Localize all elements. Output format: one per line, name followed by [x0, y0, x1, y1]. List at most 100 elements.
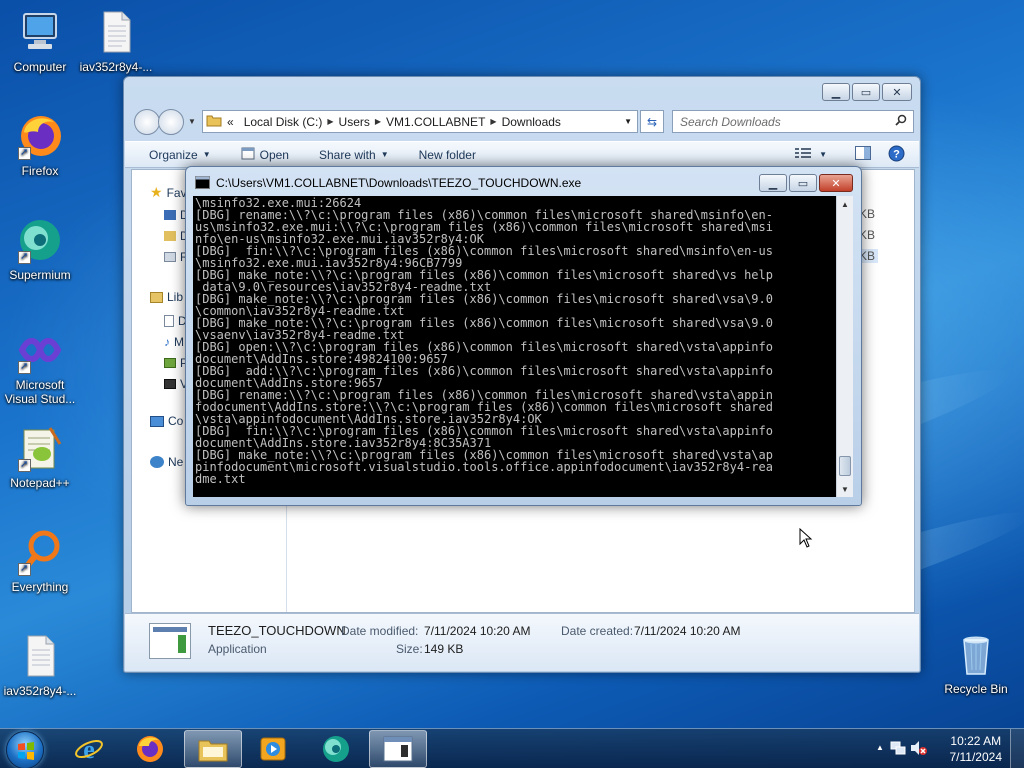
nav-libraries[interactable]: Lib [150, 290, 183, 304]
desktop-icon-file[interactable]: iav352r8y4-... [0, 632, 80, 698]
minimize-button[interactable]: ▁ [759, 174, 787, 192]
svg-text:?: ? [893, 148, 900, 160]
text-file-icon [16, 632, 64, 680]
preview-pane-button[interactable] [855, 146, 871, 163]
taskbar-internet-explorer[interactable]: e [60, 730, 118, 768]
breadcrumb-separator-icon[interactable]: ▶ [375, 117, 381, 126]
share-with-button[interactable]: Share with ▼ [319, 148, 389, 162]
chevron-down-icon: ▼ [819, 150, 827, 159]
volume-muted-icon[interactable] [910, 740, 928, 759]
desktop-icon-label: Computer [13, 60, 67, 74]
desktop-icon-firefox[interactable]: Firefox [0, 112, 80, 178]
taskbar-firefox[interactable] [121, 730, 179, 768]
address-bar[interactable]: « Local Disk (C:) ▶ Users ▶ VM1.COLLABNE… [202, 110, 638, 133]
desktop-icon-label: Notepad++ [10, 476, 70, 490]
shortcut-arrow-icon [18, 146, 31, 160]
notepadpp-icon [16, 424, 64, 472]
explorer-caption-buttons: ▁ ▭ ✕ [820, 83, 912, 101]
details-date-modified-label: Date modified: [341, 624, 419, 638]
visual-studio-icon [16, 326, 64, 374]
taskbar-console-app[interactable] [369, 730, 427, 768]
console-line: pinfodocument\microsoft.visualstudio.too… [195, 460, 773, 474]
nav-library-item[interactable]: D [164, 314, 187, 328]
help-button[interactable]: ? [888, 145, 905, 165]
computer-icon [16, 8, 64, 56]
breadcrumb-users[interactable]: Users [339, 115, 370, 129]
address-overflow[interactable]: « [227, 115, 234, 129]
console-line: dme.txt [195, 472, 246, 486]
details-date-created: 7/11/2024 10:20 AM [634, 624, 741, 638]
nav-favorites[interactable]: ★ Fav [150, 184, 187, 201]
desktop-icon-everything[interactable]: Everything [0, 528, 80, 594]
documents-icon [164, 315, 174, 327]
console-app-icon [195, 176, 210, 192]
downloads-folder-icon [164, 231, 176, 241]
internet-explorer-icon: e [75, 735, 103, 764]
organize-button[interactable]: Organize ▼ [149, 148, 211, 162]
shortcut-arrow-icon [18, 562, 31, 576]
close-button[interactable]: ✕ [882, 83, 912, 101]
recent-pages-dropdown[interactable]: ▼ [188, 117, 196, 126]
videos-icon [164, 379, 176, 389]
search-icon[interactable] [895, 114, 907, 129]
start-button[interactable] [6, 731, 44, 768]
close-button[interactable]: ✕ [819, 174, 853, 192]
breadcrumb-separator-icon[interactable]: ▶ [490, 117, 496, 126]
desktop-icon-file[interactable]: iav352r8y4-... [76, 8, 156, 74]
open-button[interactable]: Open [241, 147, 289, 163]
search-input[interactable]: Search Downloads [672, 110, 914, 133]
scroll-down-icon[interactable]: ▼ [837, 481, 853, 497]
new-folder-button[interactable]: New folder [419, 148, 476, 162]
nav-computer[interactable]: Co [150, 414, 183, 428]
refresh-button[interactable]: ⇆ [640, 110, 664, 133]
network-status-icon[interactable] [890, 740, 906, 759]
system-clock[interactable]: 10:22 AM 7/11/2024 [950, 733, 1003, 765]
desktop-icon-supermium[interactable]: Supermium [0, 216, 80, 282]
desktop-icon-notepadpp[interactable]: Notepad++ [0, 424, 80, 490]
folder-icon [206, 113, 222, 130]
details-pane: TEEZO_TOUCHDOWN Application Date modifie… [125, 613, 919, 671]
nav-network[interactable]: Ne [150, 455, 183, 469]
details-size-label: Size: [396, 642, 423, 656]
taskbar-supermium[interactable] [307, 730, 365, 768]
details-date-created-label: Date created: [561, 624, 634, 638]
desktop-icon-label: Firefox [21, 164, 59, 178]
desktop-icon-label: iav352r8y4-... [3, 684, 77, 698]
taskbar-media-player[interactable] [244, 730, 302, 768]
breadcrumb-vm1-collabnet[interactable]: VM1.COLLABNET [386, 115, 485, 129]
scroll-thumb[interactable] [839, 456, 851, 476]
firefox-icon [137, 736, 163, 762]
svg-text:e: e [83, 735, 95, 764]
show-desktop-button[interactable] [1010, 729, 1024, 768]
back-button[interactable] [134, 109, 160, 135]
breadcrumb-downloads[interactable]: Downloads [502, 115, 561, 129]
library-icon [150, 291, 163, 303]
forward-button[interactable] [158, 109, 184, 135]
change-view-button[interactable]: ▼ [795, 147, 827, 162]
nav-library-item[interactable]: ♪ M [164, 335, 184, 349]
console-app-icon [383, 736, 413, 762]
show-hidden-icons-icon[interactable]: ▲ [876, 743, 884, 752]
breadcrumb-local-disk[interactable]: Local Disk (C:) [244, 115, 323, 129]
desktop-icon-visual-studio[interactable]: Microsoft Visual Stud... [0, 326, 80, 406]
console-scrollbar[interactable]: ▲ ▼ [836, 196, 853, 497]
taskbar-file-explorer[interactable] [184, 730, 242, 768]
chevron-down-icon: ▼ [202, 150, 211, 159]
explorer-toolbar: Organize ▼ Open Share with ▼ New folder ▼ [125, 141, 919, 168]
maximize-button[interactable]: ▭ [789, 174, 817, 192]
desktop-icon-label: Microsoft Visual Stud... [4, 378, 76, 406]
console-output[interactable]: \msinfo32.exe.mui:26624 [DBG] rename:\\?\… [193, 196, 836, 497]
console-window[interactable]: C:\Users\VM1.COLLABNET\Downloads\TEEZO_T… [185, 166, 862, 506]
desktop-icon-recycle-bin[interactable]: Recycle Bin [936, 630, 1016, 696]
desktop-icon-label: Supermium [9, 268, 71, 282]
view-list-icon [795, 147, 812, 162]
maximize-button[interactable]: ▭ [852, 83, 880, 101]
taskbar: e ▲ 10:22 AM 7/11/2024 [0, 728, 1024, 768]
navigation-row: ▼ « Local Disk (C:) ▶ Users ▶ VM1.COLLAB… [132, 107, 914, 135]
desktop-icon-computer[interactable]: Computer [0, 8, 80, 74]
application-thumbnail-icon [149, 623, 191, 659]
scroll-up-icon[interactable]: ▲ [837, 196, 853, 212]
minimize-button[interactable]: ▁ [822, 83, 850, 101]
address-dropdown-icon[interactable]: ▼ [624, 117, 632, 126]
breadcrumb-separator-icon[interactable]: ▶ [327, 117, 333, 126]
